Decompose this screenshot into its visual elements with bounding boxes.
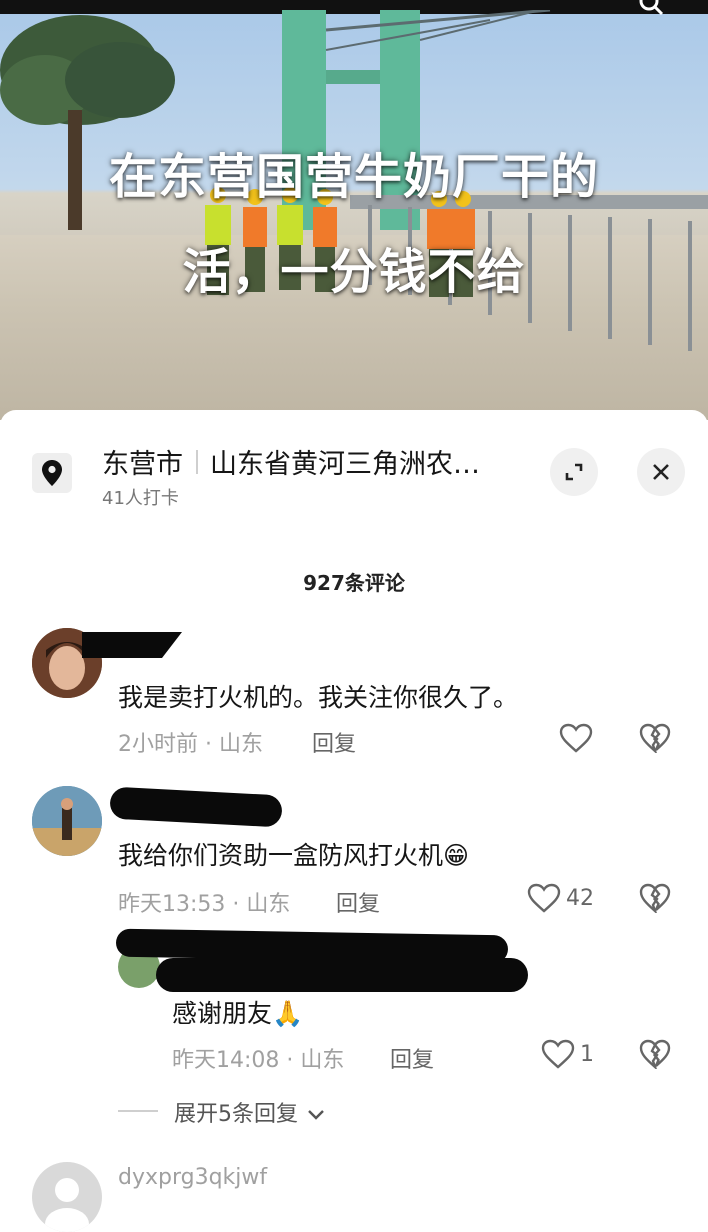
close-icon bbox=[653, 464, 669, 480]
comment-sheet: 东营市 山东省黄河三角洲农… 41人打卡 927条评论 我是卖打火机的。我关注你… bbox=[0, 410, 708, 1232]
comment-text: 我是卖打火机的。我关注你很久了。 bbox=[118, 683, 519, 712]
location-checkins: 41人打卡 bbox=[102, 488, 179, 509]
default-avatar-icon bbox=[45, 1178, 89, 1232]
redaction-mark bbox=[82, 632, 182, 658]
video-caption-line-1: 在东营国营牛奶厂干的 bbox=[108, 149, 599, 205]
expand-replies-label: 展开5条回复 bbox=[174, 1102, 298, 1127]
avatar[interactable] bbox=[32, 786, 102, 856]
map-pin-icon bbox=[42, 460, 62, 486]
reply-button[interactable]: 回复 bbox=[312, 726, 356, 758]
expand-button[interactable] bbox=[550, 448, 598, 496]
search-icon[interactable] bbox=[638, 0, 664, 16]
chevron-down-icon bbox=[308, 1110, 324, 1120]
location-place[interactable]: 山东省黄河三角洲农… bbox=[210, 442, 480, 481]
heart-icon[interactable] bbox=[541, 1039, 575, 1069]
expand-divider bbox=[118, 1110, 158, 1112]
video-frame[interactable]: 在东营国营牛奶厂干的 活，一分钱不给 bbox=[0, 0, 708, 420]
comment-text: 感谢朋友🙏 bbox=[172, 999, 304, 1028]
close-button[interactable] bbox=[637, 448, 685, 496]
location-divider bbox=[196, 450, 198, 474]
expand-replies-button[interactable]: 展开5条回复 bbox=[174, 1096, 325, 1128]
video-caption-line-2: 活，一分钱不给 bbox=[182, 244, 526, 300]
comment-meta: 昨天13:53 · 山东 bbox=[118, 892, 291, 917]
broken-heart-icon[interactable] bbox=[639, 883, 671, 913]
like-count: 42 bbox=[566, 886, 594, 911]
location-badge[interactable] bbox=[32, 453, 72, 493]
heart-icon[interactable] bbox=[527, 883, 561, 913]
like-count: 1 bbox=[580, 1042, 594, 1067]
redaction-mark bbox=[156, 958, 528, 992]
redaction-mark bbox=[109, 786, 283, 828]
broken-heart-icon[interactable] bbox=[639, 723, 671, 753]
comment-username[interactable]: dyxprg3qkjwf bbox=[118, 1165, 267, 1190]
heart-icon[interactable] bbox=[559, 723, 593, 753]
avatar[interactable] bbox=[32, 1162, 102, 1232]
broken-heart-icon[interactable] bbox=[639, 1039, 671, 1069]
comment-meta: 2小时前 · 山东 bbox=[118, 732, 263, 757]
reply-button[interactable]: 回复 bbox=[336, 886, 380, 918]
location-city[interactable]: 东营市 bbox=[102, 442, 183, 481]
comment-count: 927条评论 bbox=[303, 571, 405, 595]
avatar-image bbox=[32, 786, 102, 856]
reply-button[interactable]: 回复 bbox=[390, 1042, 434, 1074]
comment-meta: 昨天14:08 · 山东 bbox=[172, 1048, 345, 1073]
comment-text: 我给你们资助一盒防风打火机😁 bbox=[118, 841, 470, 870]
expand-icon bbox=[565, 463, 583, 481]
